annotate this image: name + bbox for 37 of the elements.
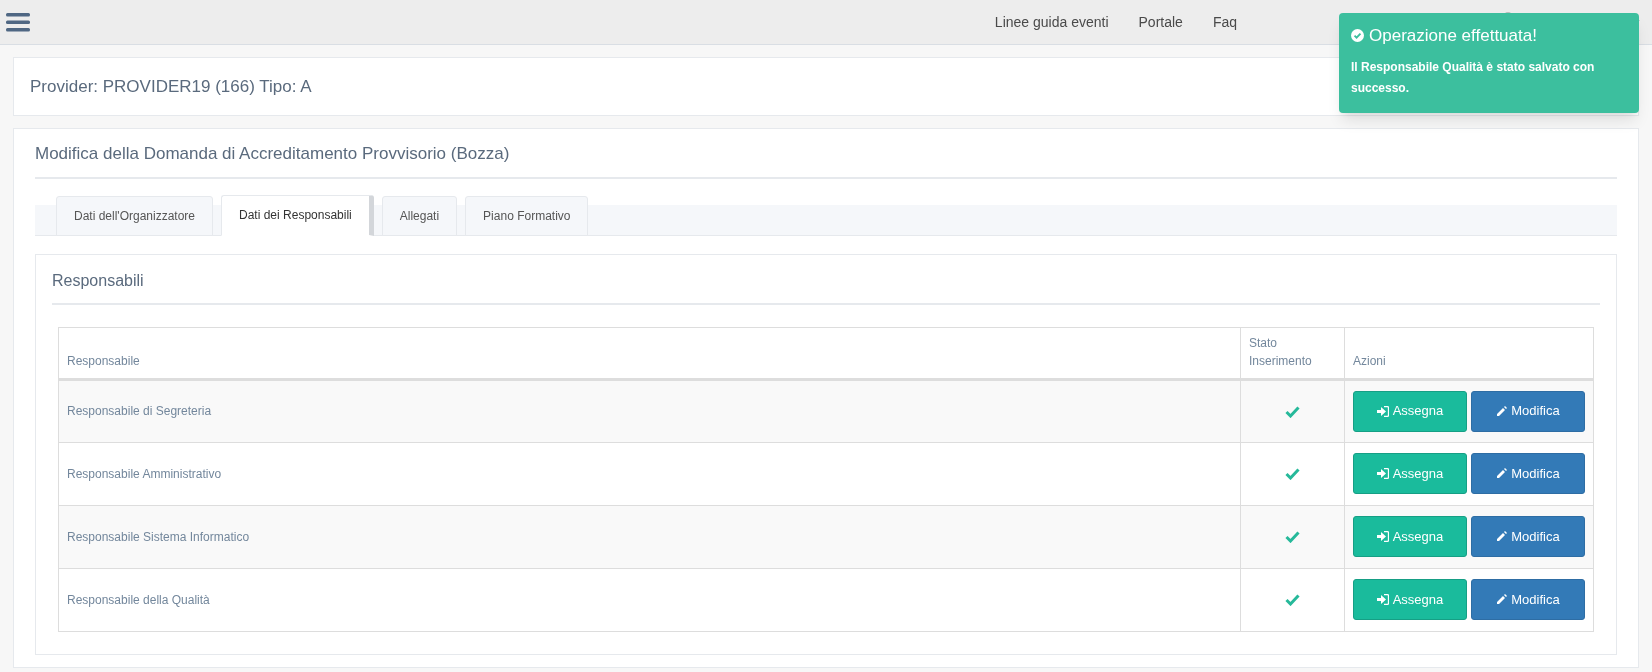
- assign-button[interactable]: Assegna: [1353, 579, 1467, 620]
- toast-title: Operazione effettuata!: [1369, 25, 1537, 47]
- toast-message: Il Responsabile Qualità è stato salvato con successo.: [1351, 58, 1596, 97]
- tab[interactable]: Allegati: [381, 195, 458, 236]
- menu-icon[interactable]: [6, 12, 30, 32]
- nav-link[interactable]: Portale: [1138, 11, 1183, 33]
- edit-button[interactable]: Modifica: [1471, 516, 1585, 557]
- edit-button[interactable]: Modifica: [1471, 579, 1585, 620]
- check-circle-icon: [1351, 29, 1364, 43]
- panel-title: Responsabili: [52, 271, 144, 289]
- tab[interactable]: Dati dell'Organizzatore: [56, 195, 213, 236]
- sign-in-icon: [1376, 531, 1389, 542]
- table-cell: Responsabile Sistema Informatico: [67, 529, 250, 544]
- sign-in-icon: [1376, 405, 1389, 417]
- provider-title: Provider: PROVIDER19 (166) Tipo: A: [30, 75, 312, 98]
- pencil-icon: [1496, 594, 1508, 605]
- sign-in-icon: [1376, 594, 1389, 605]
- assign-button[interactable]: Assegna: [1353, 516, 1467, 557]
- edit-button[interactable]: Modifica: [1471, 390, 1585, 432]
- assign-button[interactable]: Assegna: [1353, 453, 1467, 494]
- table-cell: Responsabile Amministrativo: [67, 466, 222, 481]
- table-cell: Responsabile di Segreteria: [67, 404, 212, 418]
- table-cell: Responsabile della Qualità: [67, 592, 210, 607]
- tab[interactable]: Piano Formativo: [465, 195, 589, 236]
- tab[interactable]: Dati dei Responsabili: [221, 194, 374, 236]
- column-header: Stato Inserimento: [1249, 335, 1312, 368]
- assign-button[interactable]: Assegna: [1353, 390, 1467, 432]
- sign-in-icon: [1376, 468, 1389, 479]
- nav-link[interactable]: Linee guida eventi: [994, 11, 1109, 33]
- pencil-icon: [1496, 531, 1508, 542]
- edit-button[interactable]: Modifica: [1471, 453, 1585, 494]
- column-header: Responsabile: [67, 353, 140, 368]
- pencil-icon: [1496, 405, 1508, 417]
- nav-link[interactable]: Faq: [1212, 11, 1237, 33]
- pencil-icon: [1496, 468, 1508, 479]
- page-title: Modifica della Domanda di Accreditamento Provvisorio (Bozza): [35, 144, 510, 163]
- column-header: Azioni: [1353, 353, 1386, 368]
